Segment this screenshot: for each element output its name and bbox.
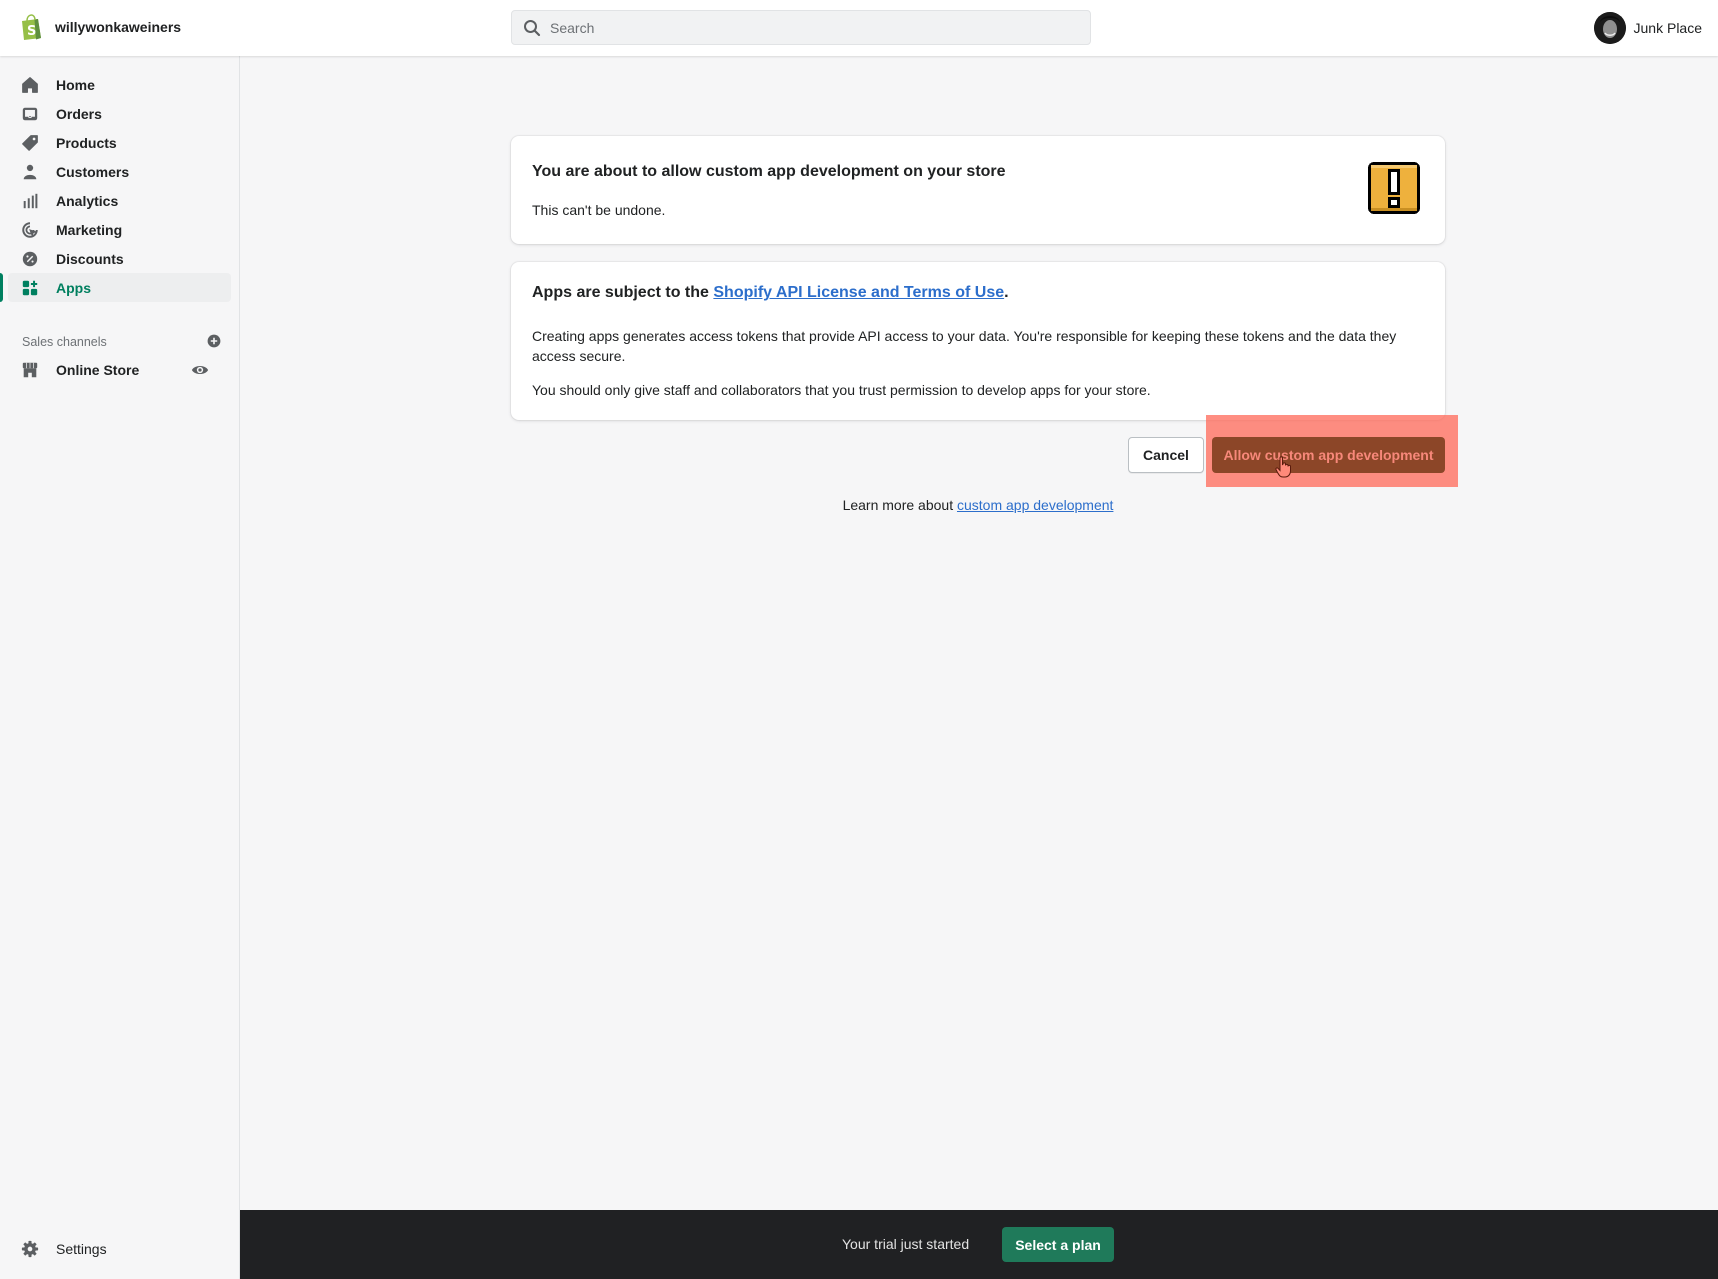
trial-banner: Your trial just started Select a plan	[240, 1210, 1718, 1279]
sidebar-item-settings[interactable]: Settings	[8, 1234, 232, 1263]
store-brand[interactable]: S willywonkaweiners	[19, 14, 181, 40]
api-license-link[interactable]: Shopify API License and Terms of Use	[713, 284, 1004, 301]
sidebar-item-orders[interactable]: Orders	[8, 99, 231, 128]
terms-title: Apps are subject to the Shopify API Lice…	[532, 284, 1009, 302]
terms-paragraph-tokens: Creating apps generates access tokens th…	[532, 328, 1397, 364]
trial-status-text: Your trial just started	[842, 1236, 970, 1252]
warning-card: You are about to allow custom app develo…	[511, 136, 1445, 244]
sidebar-item-marketing[interactable]: Marketing	[8, 215, 231, 244]
sales-channels-title: Sales channels	[22, 335, 107, 349]
sidebar: Home Orders Products Customers Analytics	[0, 56, 240, 1279]
terms-paragraph-staff: You should only give staff and collabora…	[532, 382, 1151, 398]
learn-more-text: Learn more about custom app development	[511, 497, 1445, 513]
warning-exclamation-icon	[1368, 162, 1420, 214]
home-icon	[20, 75, 40, 95]
plus-circle-icon[interactable]	[206, 333, 222, 352]
terms-title-prefix: Apps are subject to the	[532, 284, 714, 301]
terms-card: Apps are subject to the Shopify API Lice…	[511, 262, 1445, 420]
sidebar-item-home[interactable]: Home	[8, 70, 231, 99]
sidebar-item-label: Analytics	[56, 192, 119, 209]
main-nav: Home Orders Products Customers Analytics	[0, 56, 239, 302]
search-input[interactable]	[550, 19, 1050, 36]
account-menu[interactable]: Junk Place	[1593, 12, 1702, 44]
store-icon	[20, 360, 40, 380]
sales-channels-list: Online Store	[0, 355, 240, 384]
store-name: willywonkaweiners	[55, 19, 182, 35]
bar-chart-icon	[20, 191, 40, 211]
sidebar-item-label: Settings	[56, 1240, 107, 1257]
sidebar-item-label: Products	[56, 134, 117, 151]
inbox-icon	[20, 104, 40, 124]
svg-text:S: S	[27, 24, 36, 39]
hand-cursor-icon	[1275, 456, 1291, 478]
shopify-bag-icon: S	[22, 14, 41, 40]
settings-section: Settings	[0, 1234, 240, 1263]
search-bar[interactable]	[511, 10, 1091, 45]
sidebar-item-analytics[interactable]: Analytics	[8, 186, 231, 215]
sidebar-item-apps[interactable]: Apps	[0, 273, 231, 302]
user-avatar	[1593, 12, 1626, 44]
select-plan-button[interactable]: Select a plan	[1002, 1227, 1114, 1262]
sidebar-item-label: Orders	[56, 105, 102, 122]
target-icon	[20, 220, 40, 240]
learn-more-prefix: Learn more about	[842, 497, 957, 513]
person-icon	[20, 162, 40, 182]
warning-subtitle: This can't be undone.	[532, 202, 666, 218]
gear-icon	[20, 1239, 40, 1259]
cancel-button[interactable]: Cancel	[1128, 437, 1204, 473]
custom-app-development-link[interactable]: custom app development	[957, 497, 1113, 513]
sidebar-item-label: Discounts	[56, 250, 124, 267]
apps-icon	[20, 278, 40, 298]
sidebar-item-discounts[interactable]: Discounts	[8, 244, 231, 273]
sidebar-item-products[interactable]: Products	[8, 128, 231, 157]
terms-title-suffix: .	[1004, 284, 1009, 301]
sidebar-item-label: Customers	[56, 163, 130, 180]
sidebar-item-label: Home	[56, 76, 95, 93]
sidebar-item-label: Apps	[56, 279, 91, 296]
account-name: Junk Place	[1633, 20, 1702, 36]
search-icon	[524, 19, 541, 36]
sidebar-item-online-store[interactable]: Online Store	[8, 355, 232, 384]
warning-title: You are about to allow custom app develo…	[532, 163, 1006, 180]
sales-channels-header: Sales channels	[22, 332, 222, 352]
eye-icon[interactable]	[191, 361, 209, 382]
sidebar-item-label: Online Store	[56, 361, 140, 378]
discount-icon	[20, 249, 40, 269]
sidebar-item-label: Marketing	[56, 221, 123, 238]
top-bar: S willywonkaweiners Junk Place	[0, 0, 1718, 56]
sidebar-item-customers[interactable]: Customers	[8, 157, 231, 186]
allow-custom-app-development-button[interactable]: Allow custom app development	[1212, 437, 1445, 473]
tag-icon	[20, 133, 40, 153]
